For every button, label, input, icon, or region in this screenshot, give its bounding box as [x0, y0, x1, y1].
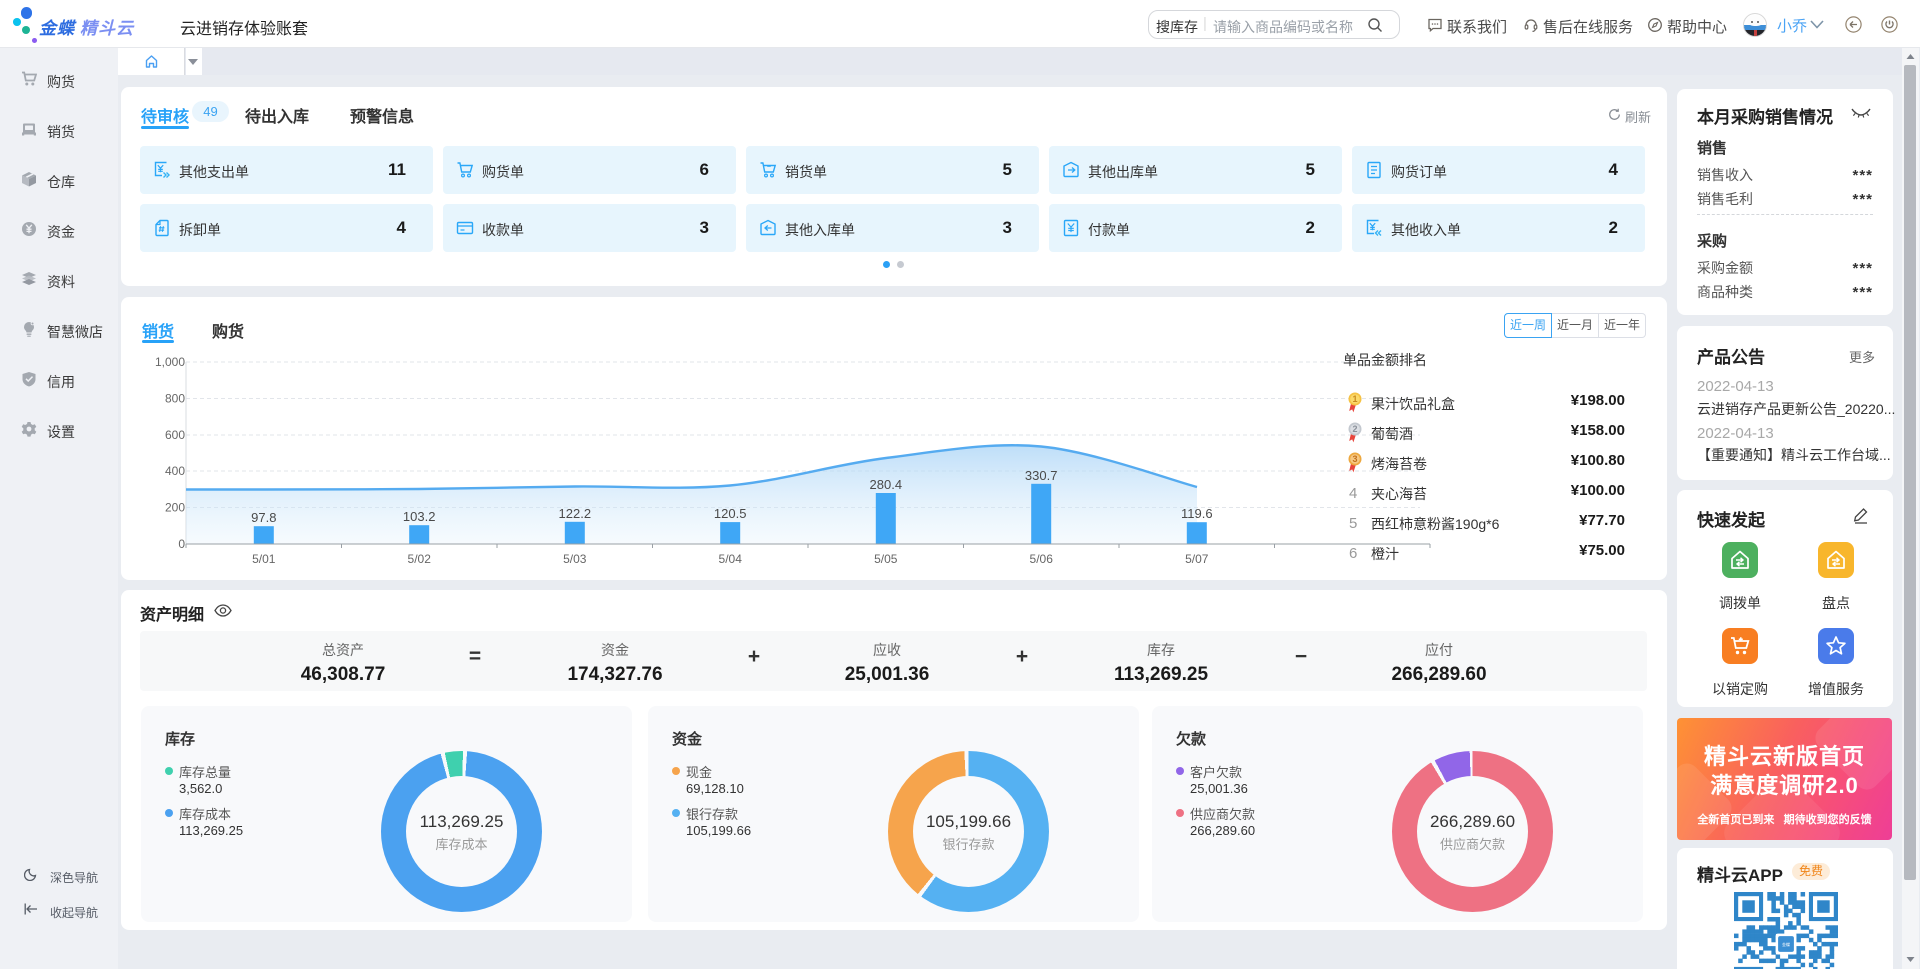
- svg-text:600: 600: [165, 428, 185, 442]
- svg-text:5/03: 5/03: [563, 552, 587, 566]
- svg-text:120.5: 120.5: [714, 506, 747, 521]
- svg-text:5/06: 5/06: [1030, 552, 1054, 566]
- svg-text:200: 200: [165, 501, 185, 515]
- svg-text:122.2: 122.2: [559, 506, 592, 521]
- svg-text:800: 800: [165, 392, 185, 406]
- svg-text:5/02: 5/02: [408, 552, 432, 566]
- svg-text:330.7: 330.7: [1025, 468, 1058, 483]
- svg-text:3: 3: [1352, 454, 1357, 464]
- svg-text:5/01: 5/01: [252, 552, 276, 566]
- svg-text:97.8: 97.8: [251, 510, 276, 525]
- svg-text:5/04: 5/04: [719, 552, 743, 566]
- svg-text:5/07: 5/07: [1185, 552, 1209, 566]
- svg-text:103.2: 103.2: [403, 509, 436, 524]
- svg-text:金蝶: 金蝶: [1782, 941, 1790, 947]
- svg-text:2: 2: [1352, 424, 1357, 434]
- svg-text:280.4: 280.4: [870, 477, 903, 492]
- svg-text:1: 1: [1352, 394, 1357, 404]
- svg-text:0: 0: [178, 537, 185, 551]
- svg-text:119.6: 119.6: [1181, 506, 1213, 521]
- svg-text:1,000: 1,000: [155, 355, 185, 369]
- svg-text:400: 400: [165, 464, 185, 478]
- svg-text:5/05: 5/05: [874, 552, 898, 566]
